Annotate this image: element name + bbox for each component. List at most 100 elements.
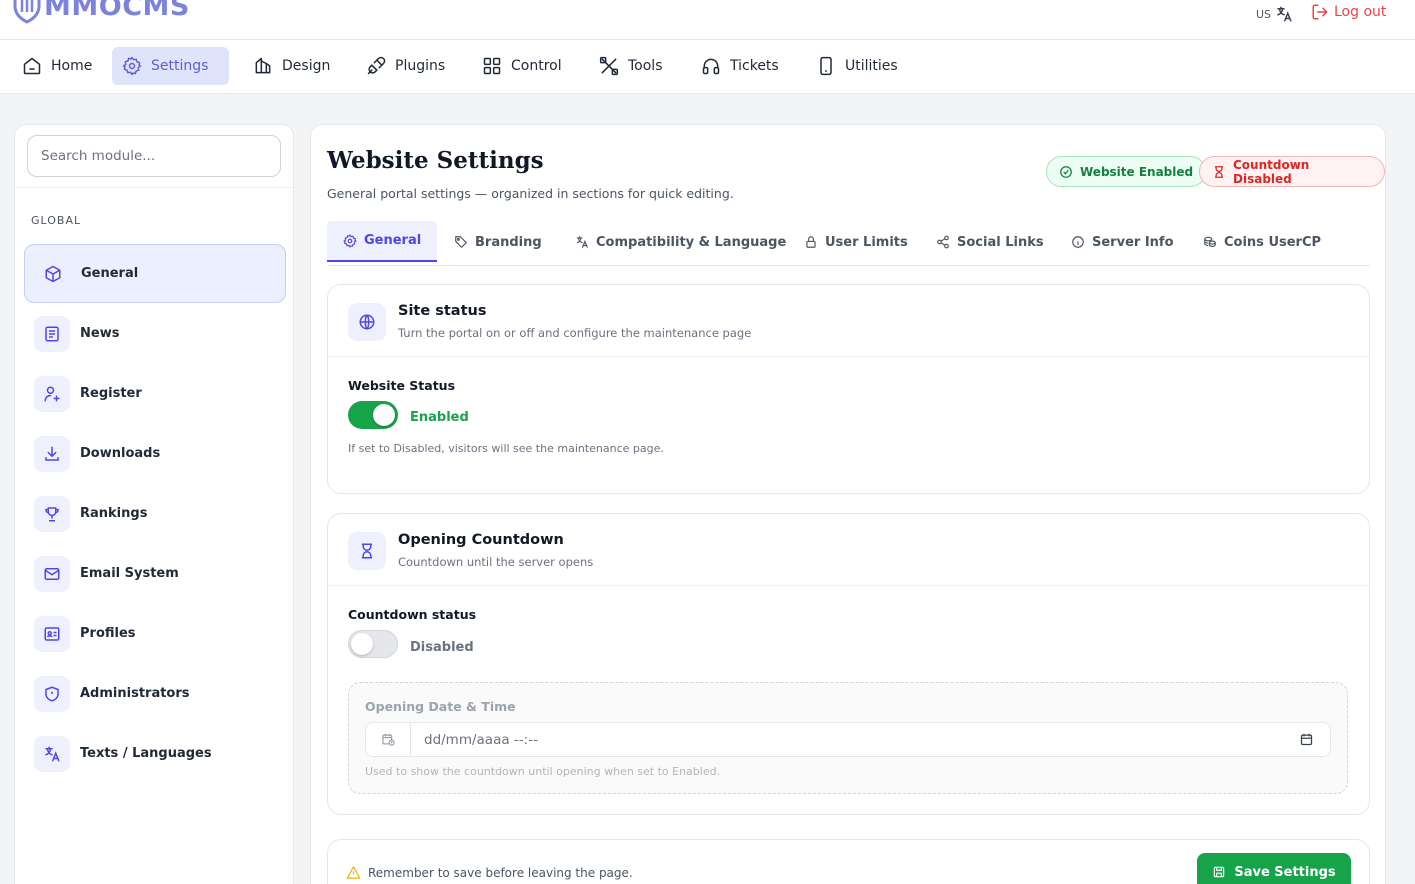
countdown-status-toggle[interactable] (348, 630, 398, 658)
page-subtitle: General portal settings — organized in s… (327, 186, 734, 201)
tab-label: Compatibility & Language (596, 234, 787, 250)
countdown-card: Opening Countdown Countdown until the se… (327, 513, 1370, 815)
date-hint: Used to show the countdown until opening… (365, 765, 721, 778)
tab-compatibility-language[interactable]: Compatibility & Language (559, 221, 802, 263)
sidebar-item-downloads[interactable]: Downloads (24, 424, 286, 483)
hourglass-icon (1212, 165, 1226, 179)
cube-icon (35, 256, 71, 292)
save-icon (1212, 865, 1226, 879)
translate-icon (575, 235, 589, 249)
save-warning: Remember to save before leaving the page… (346, 865, 633, 880)
tab-label: Branding (475, 234, 542, 250)
nav-item-settings[interactable]: Settings (112, 47, 229, 85)
tab-general[interactable]: General (327, 221, 438, 262)
gear-icon (122, 56, 142, 76)
card-title: Site status (398, 303, 487, 319)
logo-text: MMOCMS (44, 0, 190, 22)
search-input[interactable] (27, 135, 281, 177)
tab-coins-usercp[interactable]: Coins UserCP (1187, 221, 1337, 263)
tab-label: Coins UserCP (1224, 234, 1322, 250)
tab-label: General (364, 233, 422, 248)
sidebar-item-label: Administrators (80, 686, 190, 701)
sidebar-item-label: Downloads (80, 446, 161, 461)
save-footer: Remember to save before leaving the page… (327, 839, 1370, 884)
shield-icon (34, 675, 70, 712)
tab-label: User Limits (825, 234, 908, 250)
toggle-knob (373, 404, 395, 426)
settings-tabs: General Branding Compatibility & Languag… (327, 221, 1370, 266)
nav-label: Utilities (845, 58, 898, 74)
opening-date-input[interactable]: dd/mm/aaaa --:-- (365, 722, 1331, 757)
nav-label: Tickets (730, 58, 779, 74)
sidebar-item-register[interactable]: Register (24, 364, 286, 423)
trophy-icon (34, 495, 70, 532)
nav-label: Tools (628, 58, 663, 74)
main-panel: Website Settings General portal settings… (310, 124, 1386, 884)
logo[interactable]: MMOCMS (12, 0, 190, 24)
page-title: Website Settings (327, 147, 544, 174)
card-header: Opening Countdown Countdown until the se… (328, 514, 1369, 586)
sidebar-item-administrators[interactable]: Administrators (24, 664, 286, 723)
nav-item-home[interactable]: Home (12, 47, 102, 85)
translate-icon (1275, 5, 1293, 23)
card-header: Site status Turn the portal on or off an… (328, 285, 1369, 357)
nav-item-control[interactable]: Control (472, 47, 572, 85)
sidebar-item-rankings[interactable]: Rankings (24, 484, 286, 543)
home-icon (22, 56, 42, 76)
nav-item-utilities[interactable]: Utilities (806, 47, 908, 85)
status-badge-website: Website Enabled (1046, 156, 1207, 187)
nav-item-tickets[interactable]: Tickets (691, 47, 789, 85)
field-label: Countdown status (348, 607, 477, 622)
sidebar-item-general[interactable]: General (24, 244, 286, 303)
card-subtitle: Countdown until the server opens (398, 555, 594, 569)
language-code: US (1256, 7, 1272, 21)
field-label: Website Status (348, 378, 456, 393)
toggle-state-label: Enabled (410, 410, 469, 425)
sidebar-item-profiles[interactable]: Profiles (24, 604, 286, 663)
share-icon (936, 235, 950, 249)
logout-icon (1311, 3, 1329, 21)
language-switcher[interactable]: US (1256, 5, 1293, 23)
calendar-icon[interactable] (1299, 732, 1314, 747)
nav-label: Settings (151, 58, 209, 74)
nav-label: Design (282, 58, 331, 74)
mail-icon (34, 555, 70, 592)
sidebar: GLOBAL General News Register Downloads R… (14, 124, 294, 884)
newspaper-icon (34, 315, 70, 352)
user-plus-icon (34, 375, 70, 412)
sidebar-item-news[interactable]: News (24, 304, 286, 363)
card-subtitle: Turn the portal on or off and configure … (398, 326, 752, 340)
globe-icon (348, 303, 386, 341)
tab-social-links[interactable]: Social Links (920, 221, 1060, 263)
main-nav: Home Settings Design Plugins Control Too… (0, 40, 1415, 94)
badge-label: Countdown Disabled (1233, 157, 1310, 186)
check-circle-icon (1059, 165, 1073, 179)
warning-icon (346, 865, 361, 880)
nav-label: Plugins (395, 58, 446, 74)
plug-icon (366, 56, 386, 76)
save-settings-button[interactable]: Save Settings (1197, 853, 1351, 884)
tab-user-limits[interactable]: User Limits (788, 221, 924, 263)
sidebar-item-label: Texts / Languages (80, 746, 212, 761)
toggle-knob (351, 633, 373, 655)
nav-item-design[interactable]: Design (243, 47, 340, 85)
shield-logo-icon (12, 0, 42, 24)
toggle-state-label: Disabled (410, 640, 474, 655)
tab-label: Social Links (957, 234, 1044, 250)
lock-icon (804, 235, 818, 249)
divider (15, 187, 293, 188)
tab-server-info[interactable]: Server Info (1055, 221, 1190, 263)
website-status-toggle[interactable] (348, 401, 398, 429)
design-icon (253, 56, 273, 76)
headset-icon (701, 56, 721, 76)
logout-button[interactable]: Log out (1311, 3, 1386, 21)
nav-label: Control (511, 58, 562, 74)
sidebar-item-email-system[interactable]: Email System (24, 544, 286, 603)
nav-item-plugins[interactable]: Plugins (356, 47, 455, 85)
nav-item-tools[interactable]: Tools (589, 47, 673, 85)
calendar-clock-icon (366, 723, 411, 756)
nav-label: Home (51, 58, 93, 74)
sidebar-item-texts-languages[interactable]: Texts / Languages (24, 724, 286, 783)
tab-label: Server Info (1092, 234, 1174, 250)
tab-branding[interactable]: Branding (438, 221, 558, 263)
